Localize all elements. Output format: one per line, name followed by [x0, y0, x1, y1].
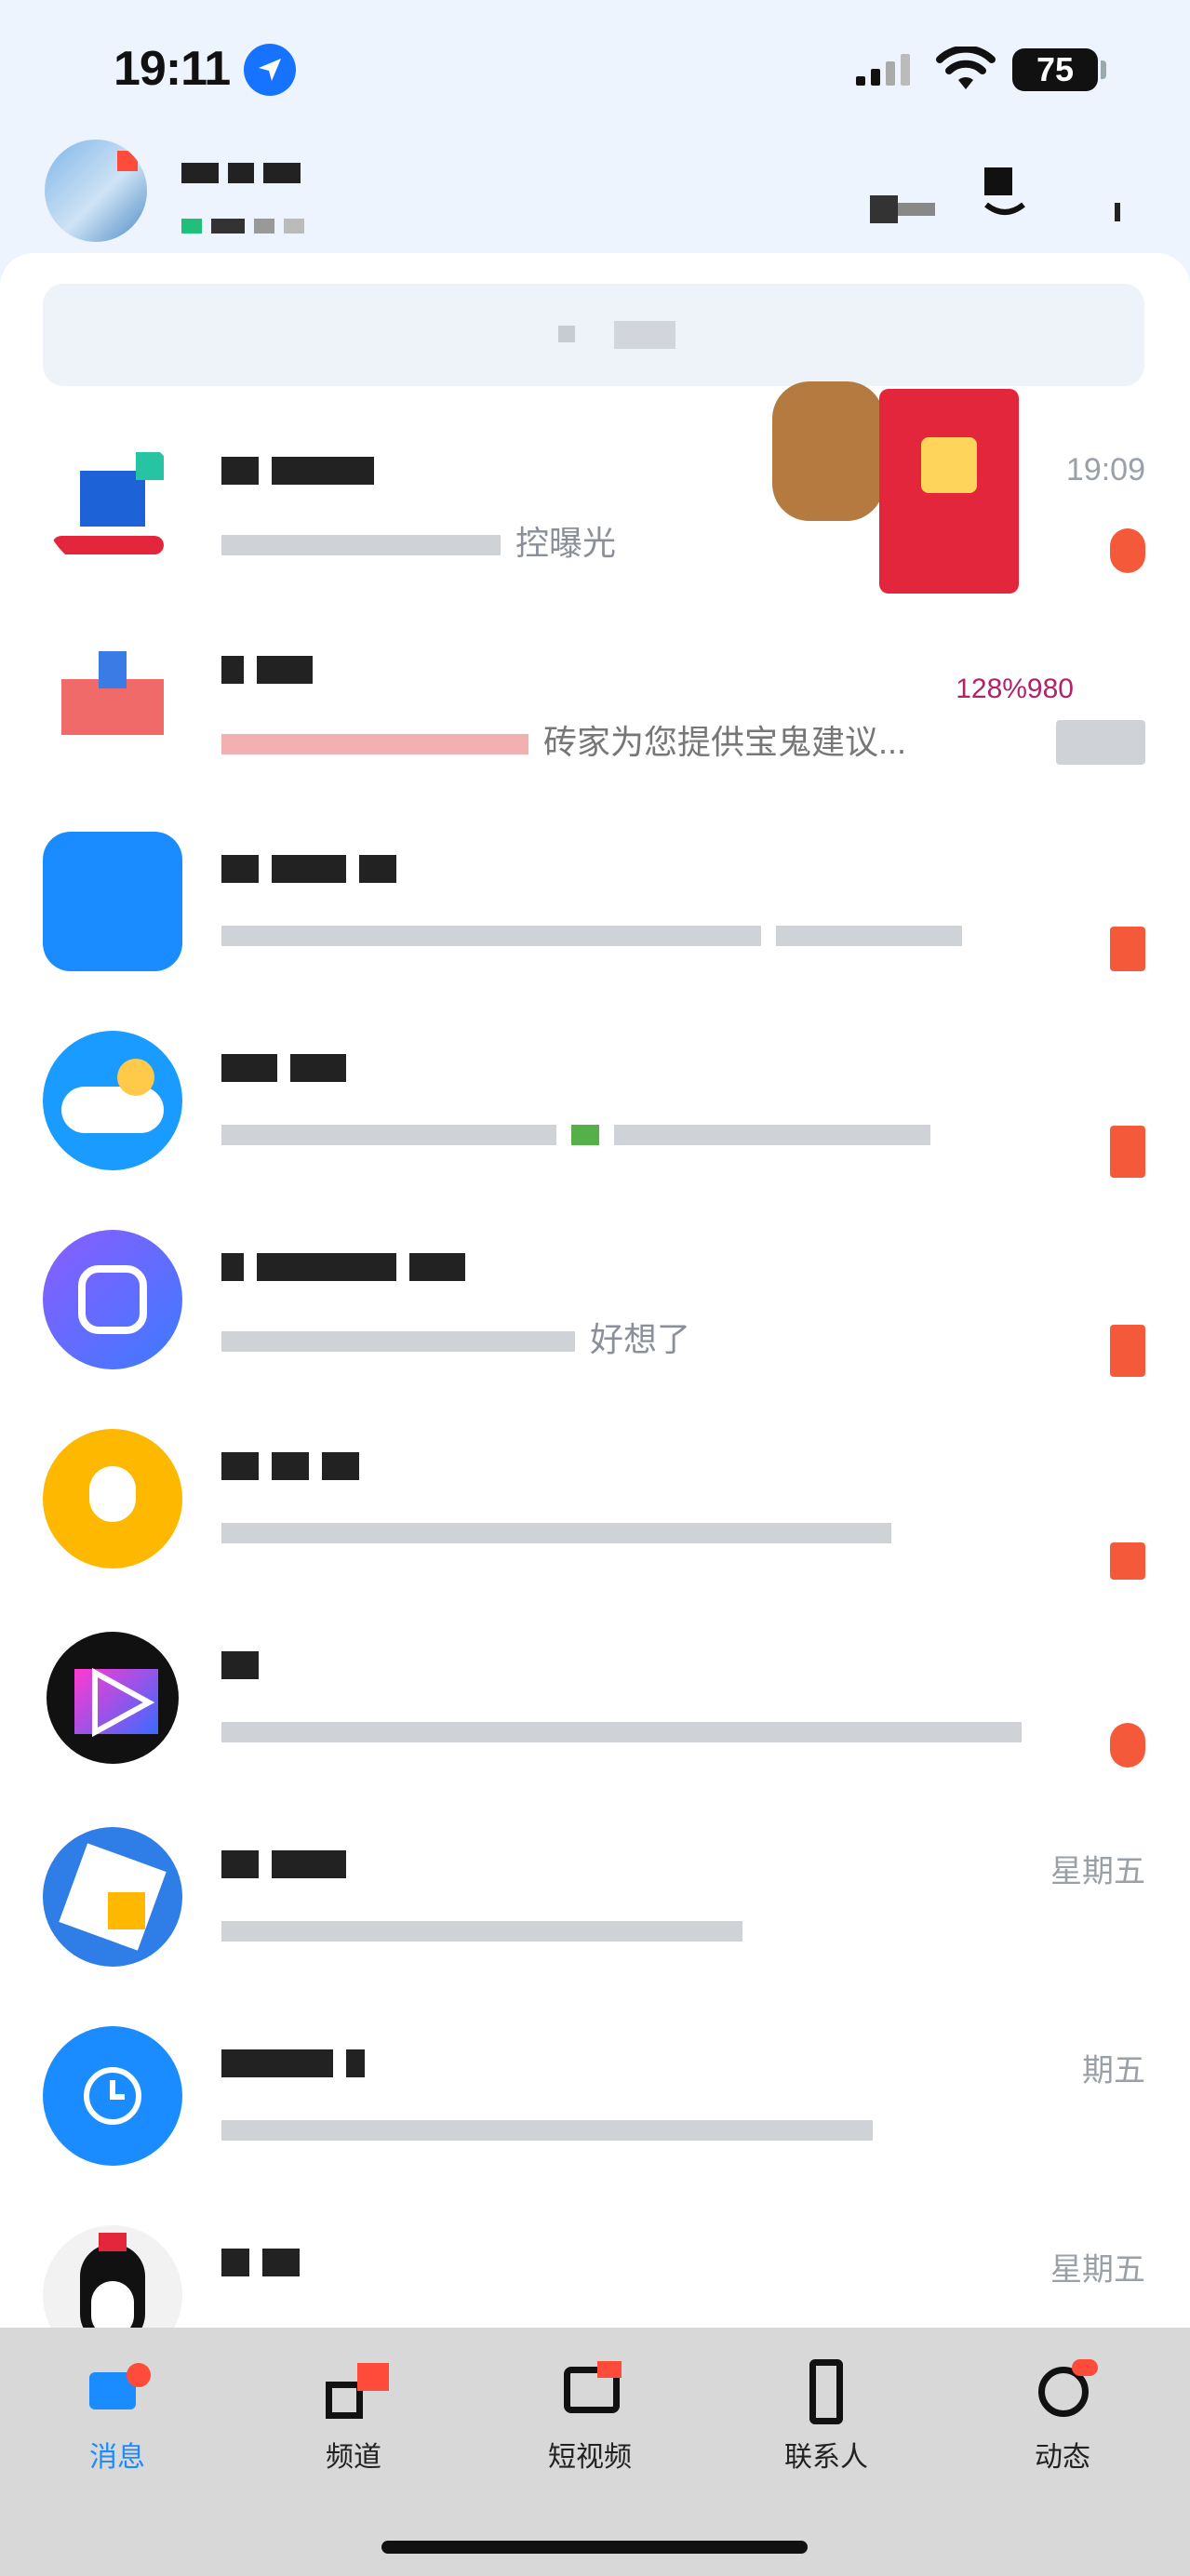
chat-avatar [43, 434, 182, 573]
chat-row[interactable]: 好想了 [0, 1206, 1190, 1405]
chat-name [221, 1444, 372, 1486]
chat-avatar [43, 1827, 182, 1967]
chat-row[interactable] [0, 808, 1190, 1007]
unread-badge [1110, 528, 1145, 573]
chat-timestamp: 星期五 [1050, 1854, 1145, 1889]
profile-avatar[interactable] [45, 140, 147, 242]
chat-row[interactable] [0, 1405, 1190, 1604]
chat-preview [221, 1711, 1036, 1750]
level-tag: 128%980 [956, 674, 1074, 704]
profile-nickname[interactable] [181, 163, 310, 188]
cellular-signal-icon [856, 54, 910, 86]
chat-name [221, 2041, 378, 2083]
chat-name [221, 2240, 313, 2282]
chat-name [221, 1842, 359, 1884]
header-action-icon[interactable] [870, 186, 944, 223]
battery-indicator: 75 [1012, 48, 1098, 91]
unread-badge [1110, 1126, 1145, 1178]
chat-row[interactable]: 星期五 [0, 2201, 1190, 2328]
tab-channels[interactable]: 频道 [279, 2354, 428, 2475]
contacts-icon [789, 2354, 863, 2428]
chat-timestamp: 期五 [1082, 2053, 1145, 2089]
chat-name [221, 647, 326, 689]
chat-timestamp: 星期五 [1050, 2252, 1145, 2288]
home-indicator[interactable] [381, 2541, 808, 2554]
chat-avatar [43, 832, 182, 971]
unread-badge [1110, 927, 1145, 971]
chat-preview [221, 2109, 888, 2148]
chat-avatar [43, 1628, 182, 1768]
tab-label: 消息 [89, 2442, 145, 2473]
chat-row[interactable]: 控曝光 19:09 [0, 409, 1190, 608]
chat-preview [221, 1910, 757, 1949]
chat-avatar [43, 633, 182, 772]
chat-row[interactable]: 砖家为您提供宝鬼建议... 128%980 [0, 608, 1190, 808]
unread-badge [1110, 1723, 1145, 1768]
chat-preview [221, 914, 977, 954]
tab-label: 频道 [326, 2442, 381, 2473]
chat-timestamp: 19:09 [1065, 452, 1145, 487]
tab-short-video[interactable]: 短视频 [515, 2354, 664, 2475]
status-bar: 19:11 75 [0, 0, 1190, 140]
status-time: 19:11 [114, 42, 231, 96]
unread-badge [1110, 1325, 1145, 1377]
chat-avatar [43, 2026, 182, 2166]
chat-name [221, 847, 409, 888]
location-arrow-icon [244, 44, 296, 96]
chat-row[interactable] [0, 1007, 1190, 1206]
chat-row[interactable]: 星期五 [0, 1803, 1190, 2002]
messages-icon [80, 2354, 154, 2428]
chat-name [221, 448, 387, 490]
chat-avatar [43, 2225, 182, 2328]
short-video-icon [553, 2354, 627, 2428]
chat-avatar [43, 1429, 182, 1568]
moments-icon [1025, 2354, 1100, 2428]
add-icon[interactable] [979, 167, 1031, 220]
tab-label: 短视频 [548, 2442, 632, 2473]
tab-contacts[interactable]: 联系人 [752, 2354, 901, 2475]
search-icon [558, 326, 575, 342]
battery-tip [1101, 60, 1106, 79]
chat-name [221, 1245, 478, 1287]
chat-row[interactable]: 期五 [0, 2002, 1190, 2201]
wifi-icon [936, 47, 996, 89]
chat-avatar [43, 1230, 182, 1369]
chat-preview: 控曝光 [221, 516, 616, 565]
chat-preview [221, 1512, 906, 1551]
unread-badge [1056, 720, 1145, 765]
chat-row[interactable] [0, 1604, 1190, 1803]
tab-label: 动态 [1035, 2442, 1090, 2473]
channels-icon [316, 2354, 391, 2428]
search-placeholder [614, 321, 675, 349]
tab-messages[interactable]: 消息 [43, 2354, 192, 2475]
tab-label: 联系人 [784, 2442, 868, 2473]
chat-preview [221, 1114, 945, 1153]
profile-status[interactable] [181, 219, 314, 238]
chat-preview: 砖家为您提供宝鬼建议... [221, 715, 906, 764]
chat-name [221, 1046, 359, 1088]
more-icon[interactable] [1115, 203, 1120, 221]
tab-moments[interactable]: 动态 [988, 2354, 1137, 2475]
unread-badge [1110, 1542, 1145, 1580]
chat-preview: 好想了 [221, 1313, 690, 1361]
chat-name [221, 1643, 272, 1685]
chat-avatar [43, 1031, 182, 1170]
